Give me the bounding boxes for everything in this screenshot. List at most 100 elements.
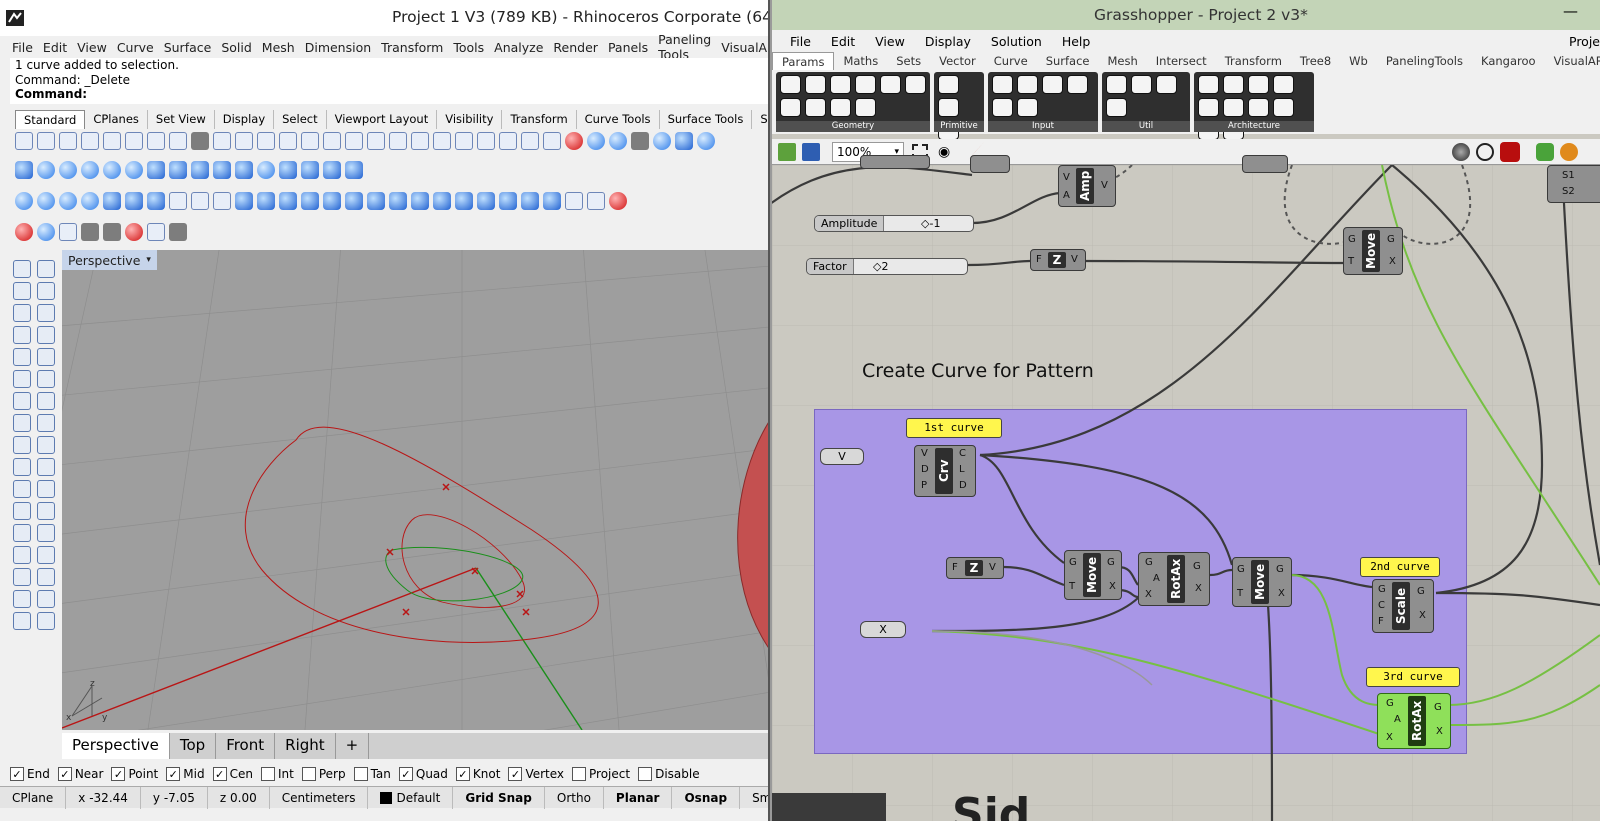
- side-tool-icon[interactable]: [37, 282, 55, 300]
- gh-component-icon[interactable]: [855, 98, 876, 117]
- toolbar-tab-surface-tools[interactable]: Surface Tools: [660, 110, 753, 129]
- side-tool-icon[interactable]: [37, 524, 55, 542]
- tb2-tool-icon[interactable]: [301, 161, 319, 179]
- side-tool-icon[interactable]: [13, 524, 31, 542]
- tb3-tool-icon[interactable]: [103, 192, 121, 210]
- tb3-tool-icon[interactable]: [147, 192, 165, 210]
- crv-output-l[interactable]: L: [959, 464, 965, 475]
- side-tool-icon[interactable]: [13, 260, 31, 278]
- tb3-tool-icon[interactable]: [345, 192, 363, 210]
- checkbox-icon[interactable]: [638, 767, 653, 781]
- tb1-tool-icon[interactable]: [59, 132, 77, 150]
- gh-tab-panelingtools[interactable]: PanelingTools: [1377, 52, 1472, 70]
- menu-render[interactable]: Render: [553, 40, 598, 55]
- viewport-tab-right[interactable]: Right: [275, 733, 336, 759]
- menu-curve[interactable]: Curve: [117, 40, 154, 55]
- tb4-tool-icon[interactable]: [103, 223, 121, 241]
- tb3-tool-icon[interactable]: [367, 192, 385, 210]
- tb2-tool-icon[interactable]: [147, 161, 165, 179]
- side-tool-icon[interactable]: [37, 392, 55, 410]
- tb3-tool-icon[interactable]: [389, 192, 407, 210]
- gh-tab-surface[interactable]: Surface: [1037, 52, 1099, 70]
- move1-output-x[interactable]: X: [1109, 581, 1116, 592]
- menu-view[interactable]: View: [77, 40, 107, 55]
- command-prompt[interactable]: Command:: [15, 87, 765, 102]
- gh-tab-wb[interactable]: Wb: [1340, 52, 1377, 70]
- side-tool-icon[interactable]: [37, 502, 55, 520]
- gh-component-icon[interactable]: [1156, 75, 1177, 94]
- sphere-icon[interactable]: [1560, 143, 1578, 161]
- gh-component-icon[interactable]: [780, 75, 801, 94]
- toolbar-tab-curve-tools[interactable]: Curve Tools: [577, 110, 660, 129]
- tb3-tool-icon[interactable]: [169, 192, 187, 210]
- gh-component-icon[interactable]: [855, 75, 876, 94]
- tb1-tool-icon[interactable]: [301, 132, 319, 150]
- tb1-tool-icon[interactable]: [653, 132, 671, 150]
- tb2-tool-icon[interactable]: [345, 161, 363, 179]
- tb1-tool-icon[interactable]: [477, 132, 495, 150]
- tb3-tool-icon[interactable]: [37, 192, 55, 210]
- crv-output-c[interactable]: C: [959, 448, 966, 459]
- green-curve[interactable]: [385, 546, 524, 602]
- gh-component-icon[interactable]: [1198, 98, 1219, 117]
- tb2-tool-icon[interactable]: [59, 161, 77, 179]
- tb1-tool-icon[interactable]: [455, 132, 473, 150]
- osnap-point[interactable]: ✓ Point: [111, 767, 158, 781]
- side-tool-icon[interactable]: [37, 436, 55, 454]
- checkbox-icon[interactable]: ✓: [212, 767, 227, 781]
- side-tool-icon[interactable]: [13, 414, 31, 432]
- tb1-tool-icon[interactable]: [169, 132, 187, 150]
- tb3-tool-icon[interactable]: [565, 192, 583, 210]
- curve-component[interactable]: V D P Crv C L D: [914, 445, 976, 497]
- viewport-tab-front[interactable]: Front: [216, 733, 276, 759]
- tb3-tool-icon[interactable]: [213, 192, 231, 210]
- red-curve[interactable]: [244, 426, 599, 643]
- gh-menu-display[interactable]: Display: [925, 34, 971, 49]
- toolbar-tab-select[interactable]: Select: [274, 110, 327, 129]
- gh-menu-view[interactable]: View: [875, 34, 905, 49]
- toolbar-tab-transform[interactable]: Transform: [502, 110, 577, 129]
- tb3-tool-icon[interactable]: [125, 192, 143, 210]
- side-tool-icon[interactable]: [13, 348, 31, 366]
- gh-component-icon[interactable]: [1223, 98, 1244, 117]
- tb1-tool-icon[interactable]: [213, 132, 231, 150]
- amplitude-component[interactable]: V A Amp V: [1058, 165, 1116, 207]
- gh-component-icon[interactable]: [830, 98, 851, 117]
- side-tool-icon[interactable]: [37, 546, 55, 564]
- side-tool-icon[interactable]: [37, 480, 55, 498]
- tb1-tool-icon[interactable]: [103, 132, 121, 150]
- rotax2-input-g[interactable]: G: [1386, 698, 1394, 709]
- bake-icon[interactable]: [1536, 143, 1554, 161]
- gh-component-icon[interactable]: [805, 98, 826, 117]
- gh-tab-kangaroo[interactable]: Kangaroo: [1472, 52, 1545, 70]
- osnap-project[interactable]: Project: [572, 767, 630, 781]
- side-tool-icon[interactable]: [13, 502, 31, 520]
- tb2-tool-icon[interactable]: [15, 161, 33, 179]
- tb1-tool-icon[interactable]: [587, 132, 605, 150]
- gh-tab-params[interactable]: Params: [772, 52, 835, 70]
- rotax1-input-g[interactable]: G: [1145, 557, 1153, 568]
- osnap-knot[interactable]: ✓ Knot: [455, 767, 500, 781]
- preview-eye-icon[interactable]: ◉: [938, 144, 950, 160]
- toolbar-tab-display[interactable]: Display: [215, 110, 275, 129]
- vertices-param[interactable]: V: [820, 448, 864, 465]
- rotate-axis-component-1[interactable]: G A X RotAx G X: [1138, 552, 1210, 606]
- toolbar-tab-visibility[interactable]: Visibility: [437, 110, 503, 129]
- side-tool-icon[interactable]: [37, 304, 55, 322]
- move1-input-t[interactable]: T: [1069, 581, 1075, 592]
- side-tool-icon[interactable]: [13, 458, 31, 476]
- toolbar-tab-solid-tools[interactable]: Solid Tools: [752, 110, 768, 129]
- tb1-tool-icon[interactable]: [279, 132, 297, 150]
- move2-input-g[interactable]: G: [1237, 564, 1245, 575]
- side-tool-icon[interactable]: [37, 260, 55, 278]
- checkbox-icon[interactable]: ✓: [57, 767, 72, 781]
- osnap-near[interactable]: ✓ Near: [57, 767, 103, 781]
- units-label[interactable]: Centimeters: [270, 786, 369, 809]
- gh-component-icon[interactable]: [1273, 75, 1294, 94]
- checkbox-icon[interactable]: [353, 767, 368, 781]
- grid-snap-toggle[interactable]: Grid Snap: [453, 786, 545, 809]
- crv-input-d[interactable]: D: [921, 464, 929, 475]
- smarttrack-toggle[interactable]: Sma: [740, 787, 768, 809]
- unitz2-input-f[interactable]: F: [952, 562, 958, 573]
- panel-3rd-curve[interactable]: 3rd curve: [1366, 667, 1460, 687]
